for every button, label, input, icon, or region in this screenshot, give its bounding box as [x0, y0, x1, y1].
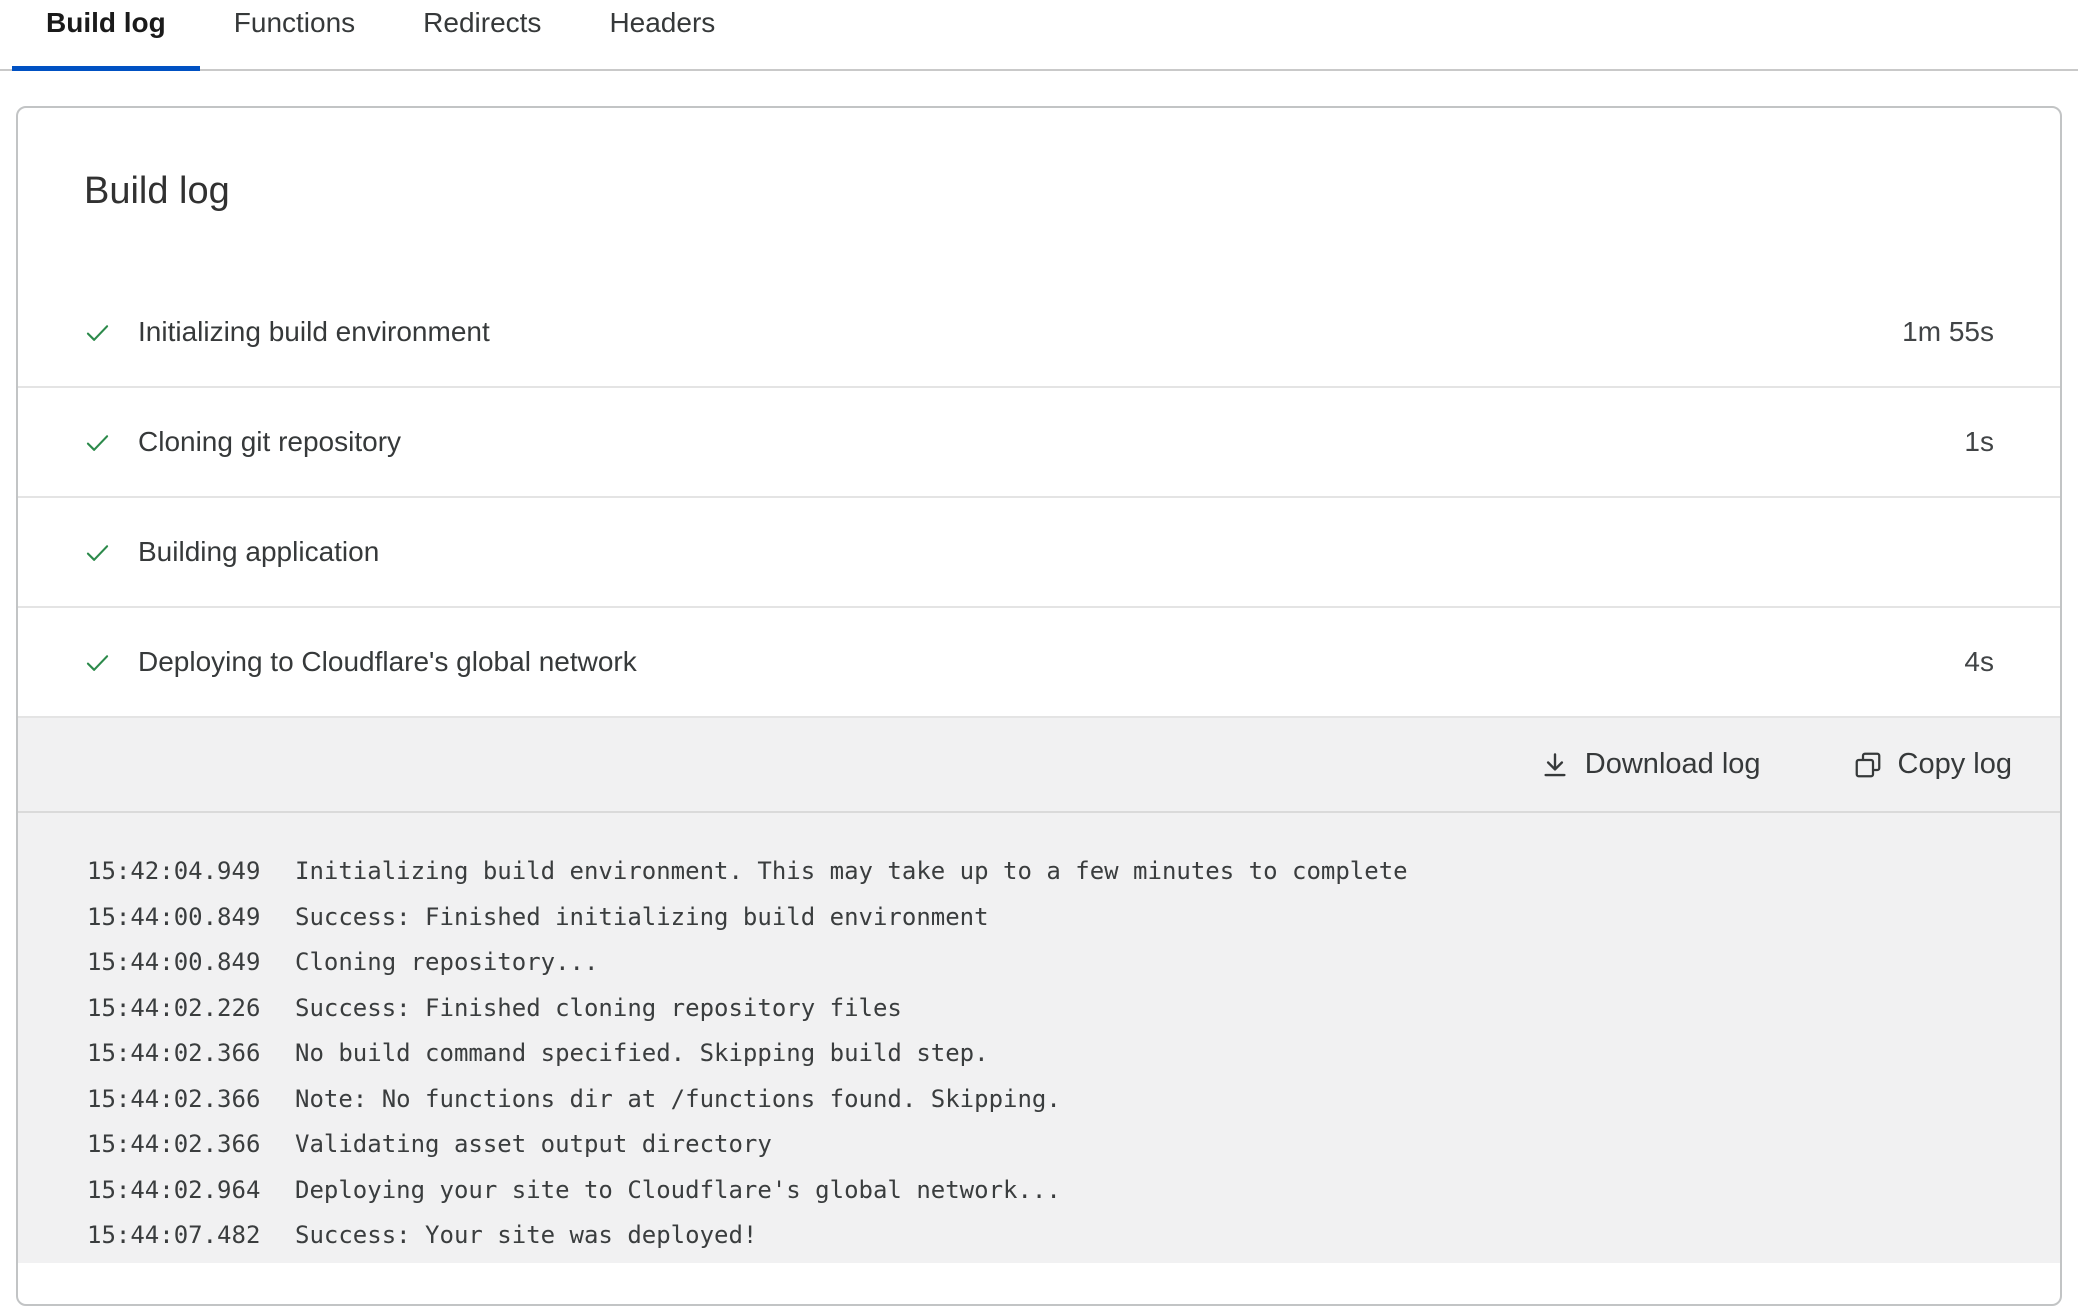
- log-toolbar: Download log Copy log: [18, 716, 2060, 813]
- log-timestamp: 15:44:02.366: [87, 1077, 261, 1123]
- log-timestamp: 15:44:07.482: [87, 1213, 261, 1259]
- tab-redirects[interactable]: Redirects: [389, 0, 575, 69]
- log-timestamp: 15:44:02.226: [87, 986, 261, 1032]
- download-log-label: Download log: [1585, 748, 1761, 781]
- log-timestamp: 15:44:02.366: [87, 1122, 261, 1168]
- step-duration: 1m 55s: [1902, 316, 1994, 348]
- log-line: 15:44:00.849 Cloning repository...: [87, 940, 2020, 986]
- step-label: Deploying to Cloudflare's global network: [138, 646, 637, 678]
- tab-bar: Build log Functions Redirects Headers: [0, 0, 2078, 71]
- log-timestamp: 15:44:00.849: [87, 940, 261, 986]
- log-line: 15:44:07.482 Success: Your site was depl…: [87, 1213, 2020, 1259]
- tab-headers[interactable]: Headers: [575, 0, 749, 69]
- log-line: 15:44:02.366 Note: No functions dir at /…: [87, 1077, 2020, 1123]
- log-line: 15:44:02.964 Deploying your site to Clou…: [87, 1168, 2020, 1214]
- tab-build-log[interactable]: Build log: [12, 0, 200, 69]
- log-message: Deploying your site to Cloudflare's glob…: [295, 1168, 1061, 1214]
- step-label: Building application: [138, 536, 379, 568]
- copy-log-button[interactable]: Copy log: [1837, 748, 2028, 781]
- step-label: Cloning git repository: [138, 426, 401, 458]
- step-duration: 1s: [1964, 426, 1994, 458]
- log-message: Success: Finished cloning repository fil…: [295, 986, 902, 1032]
- check-icon: [84, 429, 111, 456]
- build-step-building[interactable]: Building application: [18, 496, 2060, 606]
- log-message: Initializing build environment. This may…: [295, 849, 1408, 895]
- log-output[interactable]: 15:42:04.949 Initializing build environm…: [18, 813, 2060, 1263]
- build-log-card: Build log Initializing build environment…: [16, 106, 2062, 1306]
- log-line: 15:44:02.366 No build command specified.…: [87, 1031, 2020, 1077]
- log-line: 15:44:02.366 Validating asset output dir…: [87, 1122, 2020, 1168]
- copy-log-label: Copy log: [1898, 748, 2012, 781]
- log-message: Note: No functions dir at /functions fou…: [295, 1077, 1061, 1123]
- log-timestamp: 15:42:04.949: [87, 849, 261, 895]
- step-duration: 4s: [1964, 646, 1994, 678]
- build-steps-list: Initializing build environment 1m 55s Cl…: [18, 278, 2060, 716]
- log-timestamp: 15:44:02.964: [87, 1168, 261, 1214]
- log-message: Validating asset output directory: [295, 1122, 772, 1168]
- log-line: 15:44:02.226 Success: Finished cloning r…: [87, 986, 2020, 1032]
- log-line: 15:44:00.849 Success: Finished initializ…: [87, 895, 2020, 941]
- log-message: Success: Finished initializing build env…: [295, 895, 989, 941]
- page-title: Build log: [18, 108, 2060, 214]
- download-log-button[interactable]: Download log: [1524, 748, 1777, 781]
- log-timestamp: 15:44:00.849: [87, 895, 261, 941]
- copy-icon: [1853, 750, 1883, 780]
- check-icon: [84, 319, 111, 346]
- log-message: No build command specified. Skipping bui…: [295, 1031, 989, 1077]
- log-message: Success: Your site was deployed!: [295, 1213, 757, 1259]
- log-line: 15:42:04.949 Initializing build environm…: [87, 849, 2020, 895]
- build-step-deploying[interactable]: Deploying to Cloudflare's global network…: [18, 606, 2060, 716]
- log-timestamp: 15:44:02.366: [87, 1031, 261, 1077]
- build-step-initializing[interactable]: Initializing build environment 1m 55s: [18, 278, 2060, 386]
- tab-functions[interactable]: Functions: [200, 0, 389, 69]
- download-icon: [1540, 750, 1570, 780]
- build-step-cloning[interactable]: Cloning git repository 1s: [18, 386, 2060, 496]
- check-icon: [84, 539, 111, 566]
- step-label: Initializing build environment: [138, 316, 490, 348]
- log-message: Cloning repository...: [295, 940, 598, 986]
- check-icon: [84, 649, 111, 676]
